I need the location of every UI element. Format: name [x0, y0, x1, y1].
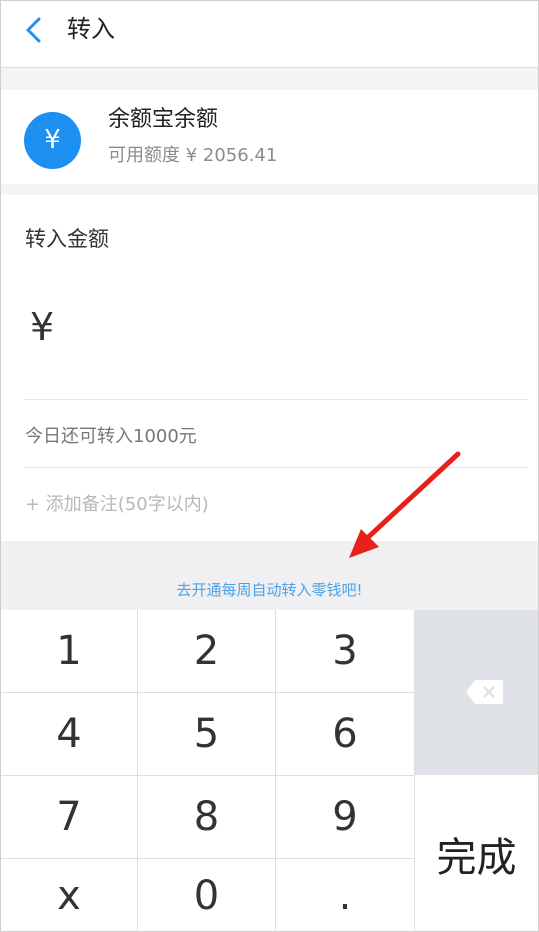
key-dot[interactable]: . — [276, 859, 414, 931]
key-7[interactable]: 7 — [1, 776, 137, 858]
account-available: 可用额度 ¥ 2056.41 — [108, 145, 278, 166]
back-button[interactable] — [19, 15, 49, 45]
key-0[interactable]: 0 — [138, 859, 275, 931]
done-button[interactable]: 完成 — [415, 775, 538, 931]
key-2[interactable]: 2 — [138, 610, 275, 692]
divider — [1, 858, 414, 859]
key-9[interactable]: 9 — [276, 776, 414, 858]
divider — [137, 610, 138, 931]
limit-text: 今日还可转入1000元 — [25, 426, 197, 447]
add-note-field[interactable]: + 添加备注(50字以内) — [25, 490, 209, 516]
top-bar: 转入 — [1, 1, 538, 68]
divider — [1, 775, 414, 776]
chevron-left-icon — [26, 17, 41, 43]
promo-link[interactable]: 去开通每周自动转入零钱吧! — [1, 579, 538, 600]
key-x[interactable]: x — [1, 859, 137, 931]
page-title: 转入 — [67, 15, 115, 43]
key-5[interactable]: 5 — [138, 693, 275, 775]
account-card[interactable]: ¥ 余额宝余额 可用额度 ¥ 2056.41 — [1, 90, 538, 184]
key-6[interactable]: 6 — [276, 693, 414, 775]
app-screen: 转入 ¥ 余额宝余额 可用额度 ¥ 2056.41 转入金额 ¥ 今日还可转入1… — [0, 0, 539, 932]
transfer-form: 转入金额 ¥ 今日还可转入1000元 + 添加备注(50字以内) — [1, 195, 538, 541]
divider — [25, 467, 528, 468]
divider — [275, 610, 276, 931]
key-1[interactable]: 1 — [1, 610, 137, 692]
promo-band: 去开通每周自动转入零钱吧! — [1, 541, 538, 610]
yuebao-icon: ¥ — [24, 112, 81, 169]
delete-button[interactable] — [415, 610, 538, 775]
numeric-keypad: 1 2 3 4 5 6 7 8 9 x 0 . 完成 — [1, 610, 538, 931]
divider — [25, 399, 528, 400]
key-4[interactable]: 4 — [1, 693, 137, 775]
divider — [1, 692, 414, 693]
key-3[interactable]: 3 — [276, 610, 414, 692]
backspace-icon — [466, 680, 503, 704]
amount-input[interactable]: ¥ — [30, 305, 54, 349]
account-name: 余额宝余额 — [108, 107, 219, 132]
amount-label: 转入金额 — [25, 227, 109, 251]
key-8[interactable]: 8 — [138, 776, 275, 858]
